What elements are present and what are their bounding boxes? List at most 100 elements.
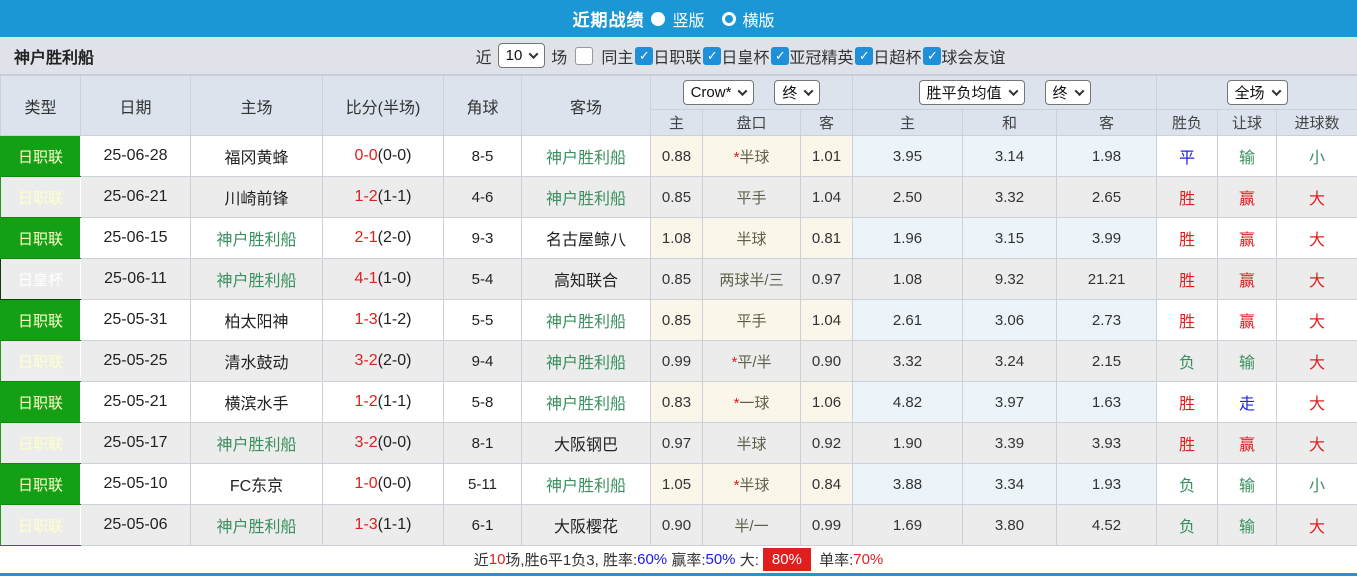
cell-home-team[interactable]: 清水鼓动: [191, 341, 323, 382]
cell-home-team[interactable]: 柏太阳神: [191, 300, 323, 341]
cell-result: 胜: [1157, 300, 1218, 341]
cell-result: 负: [1157, 464, 1218, 505]
cell-odds-home: 0.85: [651, 177, 703, 218]
cell-away-team[interactable]: 名古屋鲸八: [522, 218, 651, 259]
cell-score: 1-3(1-2): [323, 300, 444, 341]
cell-corners: 5-8: [444, 382, 522, 423]
same-home-checkbox[interactable]: [575, 47, 593, 65]
league-checkbox[interactable]: [703, 47, 721, 65]
cell-avg-home: 1.08: [853, 259, 963, 300]
fulltime-score: 1-0: [355, 475, 378, 492]
cell-date: 25-05-21: [81, 382, 191, 423]
handicap-text: 一球: [739, 395, 769, 412]
cell-odds-away: 1.06: [801, 382, 853, 423]
odds-stage-select[interactable]: 终: [774, 80, 820, 105]
cell-match-type: 日皇杯: [1, 259, 81, 300]
cell-home-team[interactable]: 神户胜利船: [191, 505, 323, 546]
team-name: 神户胜利船: [14, 44, 94, 68]
league-checkbox[interactable]: [771, 47, 789, 65]
cell-match-type: 日职联: [1, 136, 81, 177]
cell-away-team[interactable]: 神户胜利船: [522, 382, 651, 423]
cell-away-team[interactable]: 神户胜利船: [522, 464, 651, 505]
league-checkbox[interactable]: [923, 47, 941, 65]
cell-avg-away: 4.52: [1057, 505, 1157, 546]
cell-match-type: 日职联: [1, 382, 81, 423]
cell-handicap: 平手: [703, 177, 801, 218]
same-home-label[interactable]: 同主: [601, 44, 633, 68]
cell-away-team[interactable]: 大阪樱花: [522, 505, 651, 546]
halftime-score: (1-0): [378, 270, 412, 287]
cell-home-team[interactable]: 神户胜利船: [191, 218, 323, 259]
table-row: 日皇杯 25-06-11 神户胜利船 4-1(1-0) 5-4 高知联合 0.8…: [1, 259, 1357, 300]
fulltime-score: 2-1: [355, 229, 378, 246]
cell-away-team[interactable]: 高知联合: [522, 259, 651, 300]
radio-horizontal-layout[interactable]: [722, 12, 736, 26]
cell-handicap: *平/半: [703, 341, 801, 382]
cell-match-type: 日职联: [1, 300, 81, 341]
cell-home-team[interactable]: 神户胜利船: [191, 423, 323, 464]
radio-horizontal-label[interactable]: 横版: [743, 7, 775, 31]
league-label[interactable]: 日职联: [653, 44, 701, 68]
league-filter-item: 日职联: [633, 44, 701, 68]
chevron-down-icon: [738, 86, 748, 96]
header-date: 日期: [81, 76, 191, 136]
league-label[interactable]: 日皇杯: [721, 44, 769, 68]
results-table: 类型 日期 主场 比分(半场) 角球 客场 Crow* 终: [0, 75, 1357, 546]
cell-handicap: 半球: [703, 423, 801, 464]
cell-handicap-result: 赢: [1218, 259, 1277, 300]
league-checkbox[interactable]: [855, 47, 873, 65]
cell-avg-draw: 3.15: [963, 218, 1057, 259]
match-count-select[interactable]: 10: [498, 43, 546, 68]
halftime-score: (1-1): [378, 516, 412, 533]
header-scope-group: 全场: [1157, 76, 1357, 110]
radio-vertical-label[interactable]: 竖版: [672, 7, 704, 31]
cell-avg-draw: 3.32: [963, 177, 1057, 218]
header-score: 比分(半场): [323, 76, 444, 136]
odds-company-select[interactable]: Crow*: [683, 80, 755, 105]
fulltime-score: 1-3: [355, 311, 378, 328]
league-label[interactable]: 亚冠精英: [789, 44, 853, 68]
cell-goals-result: 大: [1277, 218, 1357, 259]
avg-stage-select[interactable]: 终: [1045, 80, 1091, 105]
cell-handicap: 两球半/三: [703, 259, 801, 300]
cell-away-team[interactable]: 神户胜利船: [522, 341, 651, 382]
cell-away-team[interactable]: 神户胜利船: [522, 177, 651, 218]
cell-home-team[interactable]: FC东京: [191, 464, 323, 505]
avg-odds-type-select[interactable]: 胜平负均值: [919, 80, 1025, 105]
cell-away-team[interactable]: 大阪钢巴: [522, 423, 651, 464]
chevron-down-icon: [1008, 86, 1018, 96]
league-label[interactable]: 球会友谊: [941, 44, 1005, 68]
cell-odds-home: 0.88: [651, 136, 703, 177]
cell-date: 25-05-17: [81, 423, 191, 464]
league-checkbox[interactable]: [635, 47, 653, 65]
chevron-down-icon: [1074, 86, 1084, 96]
cell-away-team[interactable]: 神户胜利船: [522, 300, 651, 341]
cell-score: 1-3(1-1): [323, 505, 444, 546]
cell-away-team[interactable]: 神户胜利船: [522, 136, 651, 177]
cell-home-team[interactable]: 川崎前锋: [191, 177, 323, 218]
subheader-handicap-result: 让球: [1218, 110, 1277, 136]
cell-home-team[interactable]: 横滨水手: [191, 382, 323, 423]
cell-home-team[interactable]: 福冈黄蜂: [191, 136, 323, 177]
cell-handicap-result: 走: [1218, 382, 1277, 423]
cell-match-type: 日职联: [1, 423, 81, 464]
summary-segment: 70%: [853, 551, 883, 568]
league-label[interactable]: 日超杯: [873, 44, 921, 68]
summary-segment: 60%: [637, 551, 667, 568]
cell-score: 3-2(0-0): [323, 423, 444, 464]
halftime-score: (2-0): [378, 229, 412, 246]
cell-corners: 9-4: [444, 341, 522, 382]
cell-avg-home: 1.90: [853, 423, 963, 464]
cell-avg-home: 1.96: [853, 218, 963, 259]
summary-segment: 10: [489, 551, 506, 568]
cell-home-team[interactable]: 神户胜利船: [191, 259, 323, 300]
summary-segment: 场,胜6平1负3, 胜率:: [505, 549, 637, 570]
cell-odds-home: 0.85: [651, 259, 703, 300]
radio-vertical-layout[interactable]: [651, 12, 665, 26]
cell-score: 2-1(2-0): [323, 218, 444, 259]
cell-avg-draw: 3.06: [963, 300, 1057, 341]
handicap-text: 半球: [739, 477, 769, 494]
cell-handicap: 半/一: [703, 505, 801, 546]
match-scope-select[interactable]: 全场: [1227, 80, 1288, 105]
cell-odds-away: 0.92: [801, 423, 853, 464]
